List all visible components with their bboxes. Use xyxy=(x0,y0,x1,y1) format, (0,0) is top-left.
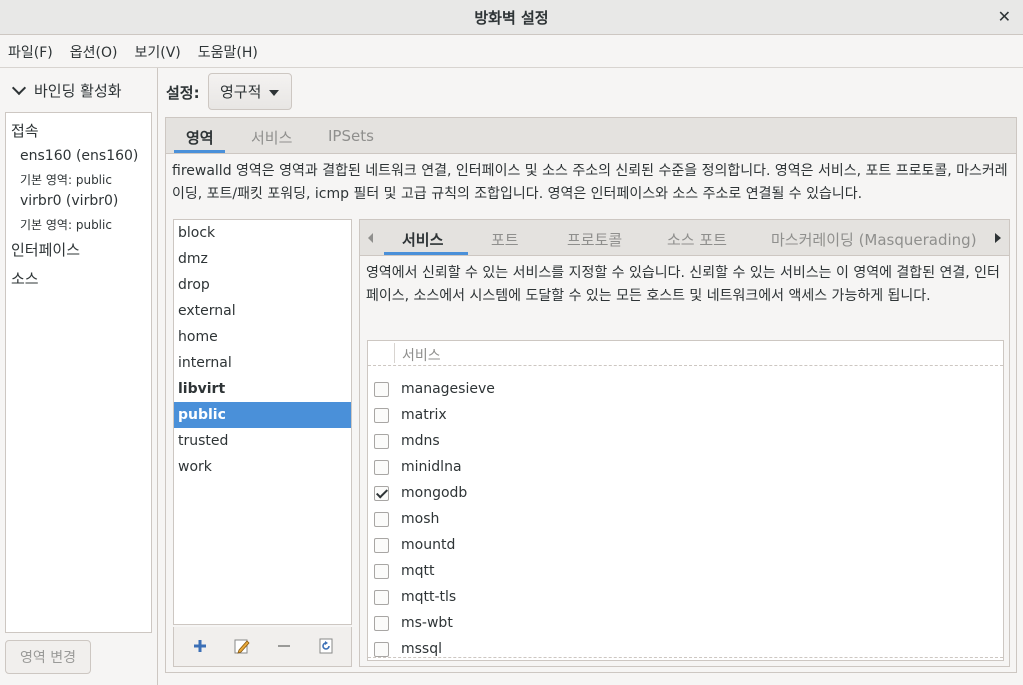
service-name: mqtt-tls xyxy=(401,589,457,605)
service-checkbox-mongodb[interactable] xyxy=(374,486,389,501)
menu-view[interactable]: 보기(V) xyxy=(134,42,180,62)
service-row-mqtt[interactable]: mqtt xyxy=(368,559,1003,585)
edit-zone-icon[interactable] xyxy=(233,637,251,655)
service-row-mosh[interactable]: mosh xyxy=(368,507,1003,533)
bindings-pane: 바인딩 활성화 접속 ens160 (ens160) 기본 영역: public… xyxy=(0,68,158,685)
close-icon[interactable]: ✕ xyxy=(998,7,1011,26)
title-bar: 방화벽 설정 ✕ xyxy=(0,0,1023,35)
config-label: 설정: xyxy=(166,84,200,102)
service-checkbox-mosh[interactable] xyxy=(374,512,389,527)
zone-item-trusted[interactable]: trusted xyxy=(174,428,351,454)
services-list: 서비스 managesieve matrix mdns minidlna mon… xyxy=(367,340,1004,661)
service-checkbox-mountd[interactable] xyxy=(374,538,389,553)
service-checkbox-mdns[interactable] xyxy=(374,434,389,449)
service-name: managesieve xyxy=(401,381,495,397)
active-inner-tab-indicator xyxy=(384,252,468,255)
service-name: mountd xyxy=(401,537,456,553)
services-column-label: 서비스 xyxy=(402,348,441,364)
service-name: mqtt xyxy=(401,563,435,579)
services-description: 영역에서 신뢰할 수 있는 서비스를 지정할 수 있습니다. 신뢰할 수 있는 … xyxy=(366,265,1000,304)
service-checkbox-mqtt-tls[interactable] xyxy=(374,590,389,605)
config-select[interactable]: 영구적 xyxy=(208,73,292,110)
service-row-mdns[interactable]: mdns xyxy=(368,429,1003,455)
reload-icon[interactable] xyxy=(317,637,335,655)
service-row-mqtt-tls[interactable]: mqtt-tls xyxy=(368,585,1003,611)
connection-virbr0-zone: 기본 영역: public xyxy=(20,218,112,232)
services-column-header[interactable]: 서비스 xyxy=(368,341,1003,366)
service-checkbox-minidlna[interactable] xyxy=(374,460,389,475)
service-name: mssql xyxy=(401,641,443,657)
service-row-matrix[interactable]: matrix xyxy=(368,403,1003,429)
tab-zone-masquerading[interactable]: 마스커레이딩 (Masquerading) xyxy=(771,229,977,250)
zone-item-external[interactable]: external xyxy=(174,298,351,324)
connections-header[interactable]: 접속 xyxy=(11,120,39,141)
tab-ipsets[interactable]: IPSets xyxy=(328,127,374,145)
binding-toggle[interactable]: 바인딩 활성화 xyxy=(11,80,122,101)
menu-bar: 파일(F) 옵션(O) 보기(V) 도움말(H) xyxy=(0,36,1023,68)
zone-item-dmz[interactable]: dmz xyxy=(174,246,351,272)
tab-zone-ports[interactable]: 포트 xyxy=(491,229,519,250)
zone-item-internal[interactable]: internal xyxy=(174,350,351,376)
service-row-ms-wbt[interactable]: ms-wbt xyxy=(368,611,1003,637)
zone-item-home[interactable]: home xyxy=(174,324,351,350)
service-name: ms-wbt xyxy=(401,615,453,631)
tab-zone-services[interactable]: 서비스 xyxy=(402,229,443,250)
zone-item-block[interactable]: block xyxy=(174,220,351,246)
interfaces-header[interactable]: 인터페이스 xyxy=(11,239,80,260)
service-name: mosh xyxy=(401,511,440,527)
tab-scroll-left-icon[interactable] xyxy=(368,233,373,243)
column-separator xyxy=(394,343,395,363)
zone-item-public[interactable]: public xyxy=(174,402,351,428)
menu-file[interactable]: 파일(F) xyxy=(8,42,53,62)
service-checkbox-ms-wbt[interactable] xyxy=(374,616,389,631)
service-checkbox-matrix[interactable] xyxy=(374,408,389,423)
zone-list: block dmz drop external home internal li… xyxy=(173,219,352,625)
window-title: 방화벽 설정 xyxy=(474,8,549,27)
connection-virbr0[interactable]: virbr0 (virbr0) xyxy=(20,193,118,209)
tab-zone-protocols[interactable]: 프로토콜 xyxy=(567,229,622,250)
sources-header[interactable]: 소스 xyxy=(11,268,39,289)
service-row-mountd[interactable]: mountd xyxy=(368,533,1003,559)
tab-scroll-right-icon[interactable] xyxy=(995,233,1001,243)
menu-help[interactable]: 도움말(H) xyxy=(198,42,258,62)
bindings-list: 접속 ens160 (ens160) 기본 영역: public virbr0 … xyxy=(5,112,152,633)
inner-tab-bar: 서비스 포트 프로토콜 소스 포트 마스커레이딩 (Masquerading) xyxy=(360,220,1009,256)
service-checkbox-mssql[interactable] xyxy=(374,642,389,657)
service-name: mdns xyxy=(401,433,440,449)
service-checkbox-mqtt[interactable] xyxy=(374,564,389,579)
service-row-minidlna[interactable]: minidlna xyxy=(368,455,1003,481)
service-row-mongodb[interactable]: mongodb xyxy=(368,481,1003,507)
zone-description: firewalld 영역은 영역과 결합된 네트워크 연결, 인터페이스 및 소… xyxy=(172,163,1008,202)
service-name: matrix xyxy=(401,407,447,423)
tab-zone-source-ports[interactable]: 소스 포트 xyxy=(667,229,727,250)
change-zone-button[interactable]: 영역 변경 xyxy=(5,640,91,674)
active-tab-indicator xyxy=(174,150,225,153)
main-notebook: 영역 서비스 IPSets firewalld 영역은 영역과 결합된 네트워크… xyxy=(165,117,1017,673)
service-name: mongodb xyxy=(401,485,468,501)
connection-ens160-zone: 기본 영역: public xyxy=(20,173,112,187)
connection-ens160[interactable]: ens160 (ens160) xyxy=(20,148,138,164)
menu-options[interactable]: 옵션(O) xyxy=(70,42,118,62)
binding-toggle-label: 바인딩 활성화 xyxy=(34,82,122,100)
service-name: minidlna xyxy=(401,459,462,475)
tab-services[interactable]: 서비스 xyxy=(251,127,292,148)
remove-zone-icon[interactable] xyxy=(275,637,293,655)
zone-item-work[interactable]: work xyxy=(174,454,351,480)
zone-item-libvirt[interactable]: libvirt xyxy=(174,376,351,402)
zone-settings-notebook: 서비스 포트 프로토콜 소스 포트 마스커레이딩 (Masquerading) … xyxy=(359,219,1010,667)
zone-item-drop[interactable]: drop xyxy=(174,272,351,298)
tab-zones[interactable]: 영역 xyxy=(186,127,214,148)
top-tab-bar: 영역 서비스 IPSets xyxy=(166,118,1016,154)
zone-toolbar xyxy=(173,627,352,667)
chevron-down-icon xyxy=(11,80,27,95)
list-bottom-edge xyxy=(368,657,1003,658)
service-checkbox-managesieve[interactable] xyxy=(374,382,389,397)
service-row-managesieve[interactable]: managesieve xyxy=(368,377,1003,403)
config-select-value: 영구적 xyxy=(220,83,262,101)
add-zone-icon[interactable] xyxy=(191,637,209,655)
dropdown-arrow-icon xyxy=(269,90,279,96)
